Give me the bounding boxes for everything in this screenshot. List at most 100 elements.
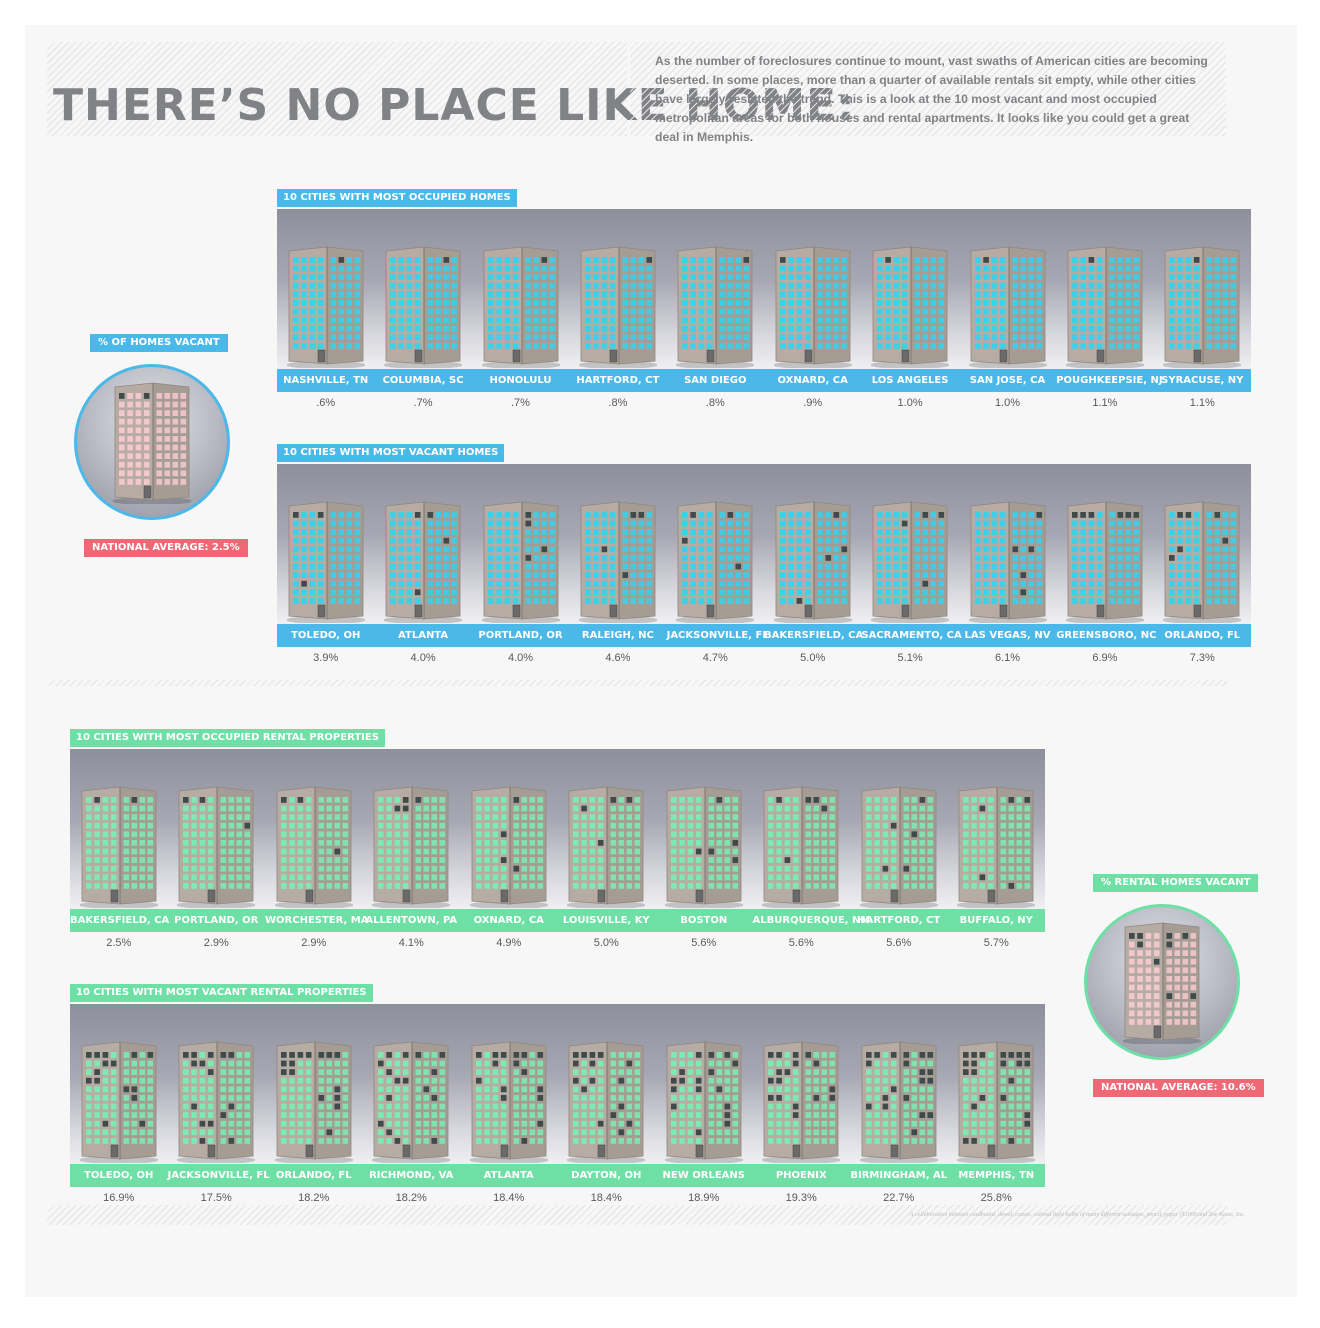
city-label: RICHMOND, VA <box>369 1170 454 1181</box>
city-label: DAYTON, OH <box>571 1170 642 1181</box>
vacancy-value: .6% <box>316 397 336 409</box>
building <box>676 243 755 368</box>
building <box>372 783 451 908</box>
city-label: SYRACUSE, NY <box>1161 375 1244 386</box>
city-label: COLUMBIA, SC <box>382 375 464 386</box>
building <box>274 1038 353 1163</box>
building <box>762 783 841 908</box>
city-label: SACRAMENTO, CA <box>861 630 962 641</box>
building <box>578 243 657 368</box>
building <box>968 498 1047 623</box>
city-label: POUGHKEEPSIE, NJ <box>1056 375 1163 386</box>
vacancy-value: 5.6% <box>788 937 814 949</box>
building <box>79 1038 158 1163</box>
building <box>773 243 852 368</box>
vacant-homes-panel: 10 CITIES WITH MOST VACANT HOMES TOLEDO, … <box>277 444 1251 674</box>
vacancy-value: 5.0% <box>593 937 619 949</box>
building <box>859 783 938 908</box>
vacancy-value: 5.0% <box>800 652 826 664</box>
building <box>1163 243 1242 368</box>
city-label: ALBURQUERQUE, NM <box>752 915 871 926</box>
vacancy-value: 2.9% <box>203 937 229 949</box>
city-label: ORLANDO, FL <box>1164 630 1241 641</box>
vacancy-value: 2.5% <box>106 937 132 949</box>
building <box>384 243 463 368</box>
credit-line: A collaboration between cardboard, dowel… <box>909 1212 1245 1218</box>
city-label: SAN JOSE, CA <box>969 375 1046 386</box>
city-label: ATLANTA <box>483 1170 534 1181</box>
vacant-rentals-panel: 10 CITIES WITH MOST VACANT RENTAL PROPER… <box>70 984 1045 1214</box>
vacancy-value: 4.7% <box>702 652 728 664</box>
vacancy-value: 7.3% <box>1189 652 1215 664</box>
city-label: OXNARD, CA <box>777 375 848 386</box>
building <box>372 1038 451 1163</box>
building <box>762 1038 841 1163</box>
building <box>286 243 365 368</box>
city-label: NASHVILLE, TN <box>283 375 369 386</box>
city-label: HONOLULU <box>489 375 552 386</box>
building <box>871 243 950 368</box>
city-label: PORTLAND, OR <box>174 915 259 926</box>
city-label: RALEIGH, NC <box>581 630 654 641</box>
intro-text: As the number of foreclosures continue t… <box>655 54 1208 144</box>
city-label: PORTLAND, OR <box>478 630 563 641</box>
building <box>79 783 158 908</box>
vacancy-value: 1.0% <box>897 397 923 409</box>
building <box>1123 919 1201 1044</box>
vacancy-value: 3.9% <box>313 652 339 664</box>
building <box>968 243 1047 368</box>
building <box>177 1038 256 1163</box>
building <box>664 783 743 908</box>
rentals-vacant-label: % RENTAL HOMES VACANT <box>1093 874 1259 892</box>
rentals-national-average: NATIONAL AVERAGE: 10.6% <box>1093 1079 1264 1097</box>
building-scene <box>70 749 1045 909</box>
vacancy-value: 6.9% <box>1092 652 1118 664</box>
city-label: LAS VEGAS, NV <box>964 630 1051 641</box>
city-label: LOS ANGELES <box>871 375 949 386</box>
city-label-bar: TOLEDO, OH ATLANTA PORTLAND, OR RALEIGH, NC… <box>277 624 1251 647</box>
occupied-homes-panel: 10 CITIES WITH MOST OCCUPIED HOMES NASHVI… <box>277 189 1251 419</box>
city-label: BIRMINGHAM, AL <box>850 1170 948 1181</box>
building <box>469 1038 548 1163</box>
rentals-average-building <box>1084 904 1240 1060</box>
building <box>957 1038 1036 1163</box>
building <box>481 498 560 623</box>
building <box>469 783 548 908</box>
city-label-bar: NASHVILLE, TN COLUMBIA, SC HONOLULU HARTFOR… <box>277 369 1251 392</box>
vacancy-value: 2.9% <box>301 937 327 949</box>
city-label: MEMPHIS, TN <box>958 1170 1035 1181</box>
building <box>1163 498 1242 623</box>
vacancy-value: 5.6% <box>691 937 717 949</box>
building <box>177 783 256 908</box>
vacancy-value: .8% <box>705 397 725 409</box>
building <box>871 498 950 623</box>
vacancy-value: 4.6% <box>605 652 631 664</box>
city-label: JACKSONVILLE, FL <box>666 630 769 641</box>
building <box>567 1038 646 1163</box>
building-scene <box>277 209 1251 369</box>
building-scene <box>277 464 1251 624</box>
panel-title: 10 CITIES WITH MOST VACANT RENTAL PROPER… <box>70 984 373 1002</box>
vacancy-value: 1.1% <box>1189 397 1215 409</box>
city-label: TOLEDO, OH <box>291 630 361 641</box>
building <box>274 783 353 908</box>
building <box>957 783 1036 908</box>
building <box>113 379 191 504</box>
city-label: ORLANDO, FL <box>275 1170 352 1181</box>
panel-title: 10 CITIES WITH MOST OCCUPIED RENTAL PROP… <box>70 729 385 747</box>
homes-vacant-label: % OF HOMES VACANT <box>90 334 228 352</box>
vacancy-value: .7% <box>413 397 433 409</box>
section-divider <box>47 680 1227 686</box>
city-label: BUFFALO, NY <box>959 915 1033 926</box>
city-label: BOSTON <box>680 915 728 926</box>
building-scene <box>70 1004 1045 1164</box>
building <box>481 243 560 368</box>
vacancy-value: 6.1% <box>994 652 1021 664</box>
building <box>286 498 365 623</box>
city-label: PHOENIX <box>775 1170 827 1181</box>
city-label: GREENSBORO, NC <box>1056 630 1157 641</box>
building <box>664 1038 743 1163</box>
building <box>859 1038 938 1163</box>
city-label: HARTFORD, CT <box>576 375 660 386</box>
building <box>567 783 646 908</box>
